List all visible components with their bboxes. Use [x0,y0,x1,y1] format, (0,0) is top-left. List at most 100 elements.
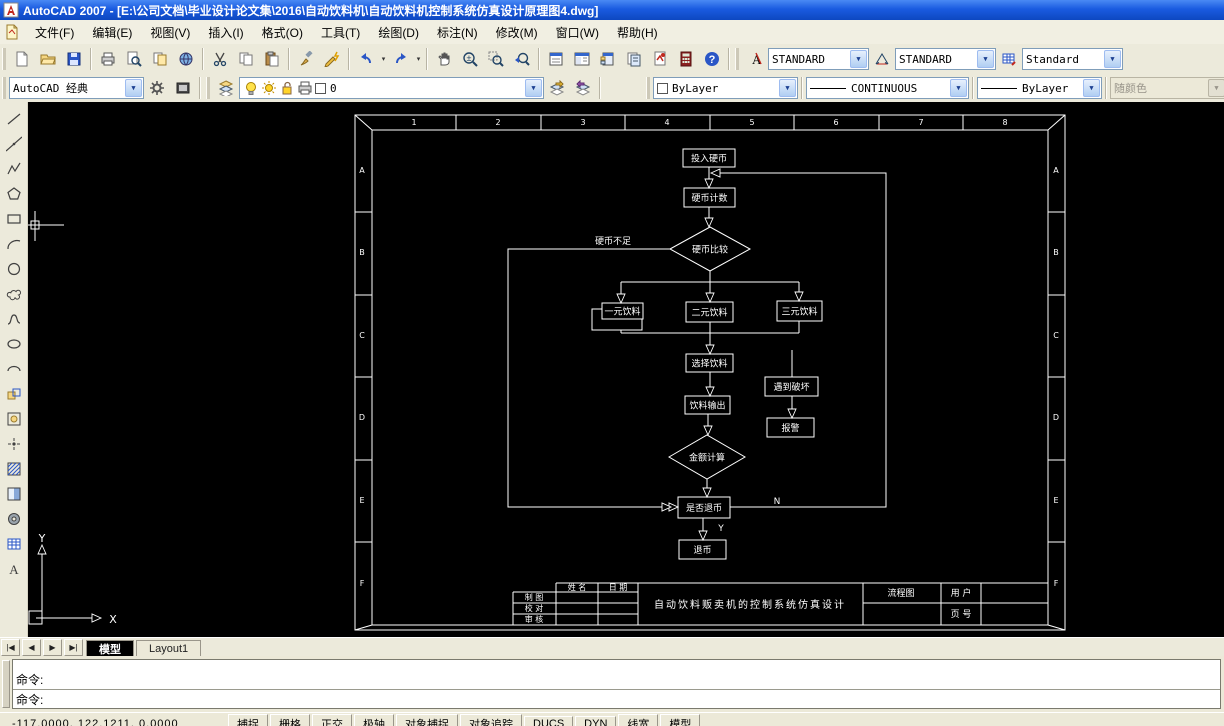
layout-tab-1[interactable]: Layout1 [136,640,202,657]
line-button[interactable] [1,107,27,131]
quickcalc-button[interactable] [673,46,699,72]
text-style-button[interactable]: A [742,46,768,72]
rectangle-button[interactable] [1,207,27,231]
status-toggle-2[interactable]: 正交 [312,714,352,726]
designcenter-button[interactable] [569,46,595,72]
tab-nav-prev-button[interactable]: ◀ [22,639,41,656]
sheet-set-manager-button[interactable] [621,46,647,72]
color-combo[interactable]: ByLayer ▼ [653,77,798,99]
linetype-combo[interactable]: CONTINUOUS ▼ [806,77,969,99]
text-style-combo[interactable]: STANDARD ▼ [768,48,869,70]
status-toggle-7[interactable]: DYN [575,716,617,726]
dropdown-arrow-icon[interactable]: ▼ [850,50,867,68]
layer-combo[interactable]: 0 ▼ [239,77,544,99]
paste-button[interactable] [259,46,285,72]
ellipse-button[interactable] [1,332,27,356]
status-toggle-9[interactable]: 模型 [660,714,701,726]
dim-style-combo[interactable]: STANDARD ▼ [895,48,996,70]
revision-cloud-button[interactable] [1,282,27,306]
properties-button[interactable] [543,46,569,72]
menu-item-2[interactable]: 视图(V) [141,21,199,44]
cut-button[interactable] [207,46,233,72]
status-toggle-4[interactable]: 对象捕捉 [396,714,458,726]
copy-button[interactable] [233,46,259,72]
plot-style-combo[interactable]: 随颜色 ▼ [1110,77,1224,99]
block-editor-button[interactable] [319,46,345,72]
toolbar-grip[interactable] [2,77,6,99]
spline-button[interactable] [1,307,27,331]
circle-button[interactable] [1,257,27,281]
status-toggle-3[interactable]: 极轴 [354,714,394,726]
layout-tab-0[interactable]: 模型 [86,640,134,657]
polygon-button[interactable] [1,182,27,206]
dropdown-arrow-icon[interactable]: ▼ [779,79,796,97]
undo-button[interactable] [353,46,379,72]
dropdown-arrow-icon[interactable]: ▼ [1208,79,1224,97]
save-button[interactable] [61,46,87,72]
menu-item-6[interactable]: 绘图(D) [369,21,428,44]
layer-previous-button[interactable] [570,75,596,101]
table-style-button[interactable] [996,46,1022,72]
toolbar-grip[interactable] [206,77,210,99]
tool-palettes-button[interactable] [595,46,621,72]
dropdown-arrow-icon[interactable]: ▾ [379,55,388,63]
menu-item-8[interactable]: 修改(M) [487,21,547,44]
menu-item-1[interactable]: 编辑(E) [83,21,141,44]
coordinate-display[interactable]: -117.0000, 122.1211, 0.0000 [0,718,227,726]
dropdown-arrow-icon[interactable]: ▼ [1083,79,1100,97]
dropdown-arrow-icon[interactable]: ▾ [414,55,423,63]
hatch-button[interactable] [1,457,27,481]
status-toggle-1[interactable]: 栅格 [270,714,310,726]
save-workspace-button[interactable] [170,75,196,101]
menu-item-3[interactable]: 插入(I) [199,21,252,44]
toolbar-grip[interactable] [646,77,650,99]
dropdown-arrow-icon[interactable]: ▼ [125,79,142,97]
plot-preview-button[interactable] [121,46,147,72]
tab-nav-next-button[interactable]: ▶ [43,639,62,656]
match-properties-button[interactable] [293,46,319,72]
pan-button[interactable] [431,46,457,72]
status-toggle-5[interactable]: 对象追踪 [460,714,522,726]
menu-item-9[interactable]: 窗口(W) [547,21,608,44]
status-toggle-0[interactable]: 捕捉 [228,714,268,726]
title-bar[interactable]: AutoCAD 2007 - [E:\公司文档\毕业设计论文集\2016\自动饮… [0,0,1224,20]
dropdown-arrow-icon[interactable]: ▼ [977,50,994,68]
drawing-canvas[interactable]: 1 2 3 4 5 6 7 8 A A B B C C D D E E F F 姓 名 日 期制 图校 对审 核 自动饮料贩… [28,102,1224,637]
new-file-button[interactable] [9,46,35,72]
construction-line-button[interactable] [1,132,27,156]
markup-set-manager-button[interactable] [647,46,673,72]
table-style-combo[interactable]: Standard ▼ [1022,48,1123,70]
menu-item-7[interactable]: 标注(N) [428,21,487,44]
command-splitter[interactable] [2,660,10,708]
point-button[interactable] [1,432,27,456]
zoom-window-button[interactable] [483,46,509,72]
help-button[interactable]: ? [699,46,725,72]
table-button[interactable] [1,532,27,556]
zoom-realtime-button[interactable]: ± [457,46,483,72]
lineweight-combo[interactable]: ByLayer ▼ [977,77,1102,99]
status-toggle-6[interactable]: DUCS [524,716,574,726]
zoom-previous-button[interactable] [509,46,535,72]
workspace-combo[interactable]: AutoCAD 经典 ▼ [9,77,144,99]
dropdown-arrow-icon[interactable]: ▼ [525,79,542,97]
ellipse-arc-button[interactable] [1,357,27,381]
dim-style-button[interactable] [869,46,895,72]
dropdown-arrow-icon[interactable]: ▼ [950,79,967,97]
workspace-settings-button[interactable] [144,75,170,101]
tab-nav-first-button[interactable]: |◀ [1,639,20,656]
multiline-text-button[interactable]: A [1,557,27,581]
arc-button[interactable] [1,232,27,256]
menu-item-10[interactable]: 帮助(H) [608,21,667,44]
polyline-button[interactable] [1,157,27,181]
insert-block-button[interactable] [1,382,27,406]
toolbar-grip[interactable] [735,48,739,70]
region-button[interactable] [1,507,27,531]
open-button[interactable] [35,46,61,72]
gradient-button[interactable] [1,482,27,506]
tab-nav-last-button[interactable]: ▶| [64,639,83,656]
command-history[interactable]: 命令: [13,660,1220,689]
make-object-layer-current-button[interactable] [544,75,570,101]
redo-button[interactable] [388,46,414,72]
plot-button[interactable] [95,46,121,72]
3d-dwf-button[interactable] [173,46,199,72]
